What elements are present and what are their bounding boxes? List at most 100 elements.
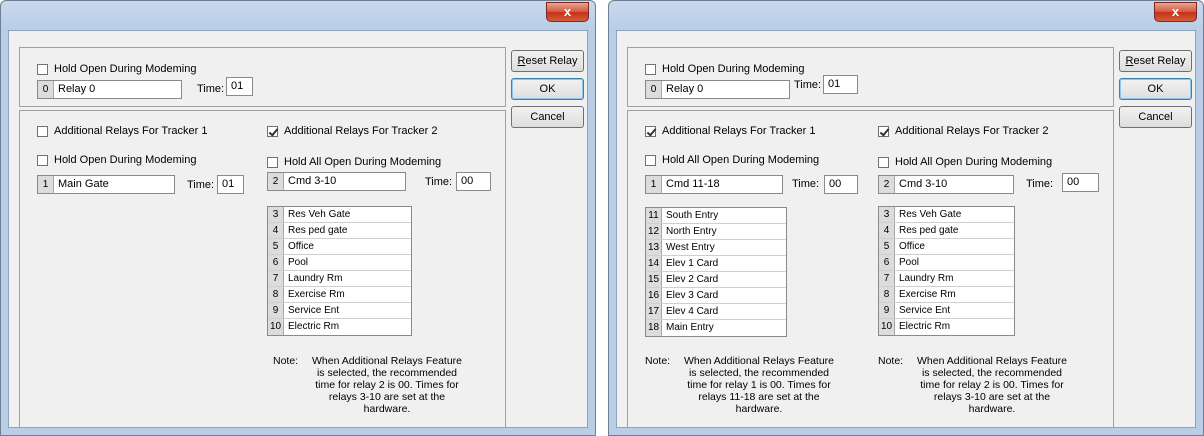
list-item-number: 3 xyxy=(879,207,895,222)
list-item-number: 13 xyxy=(646,240,662,255)
tracker1-checkbox[interactable] xyxy=(645,125,656,137)
list-item-name: Office xyxy=(288,241,314,252)
hold-open-checkbox-row[interactable]: Hold Open During Modeming xyxy=(645,62,804,76)
list-item-number: 17 xyxy=(646,304,662,319)
relay1-field[interactable]: 1 Main Gate xyxy=(37,175,175,194)
relay0-field[interactable]: 0 Relay 0 xyxy=(645,80,790,99)
ok-button[interactable]: OK xyxy=(511,78,584,100)
relay0-number: 0 xyxy=(38,81,54,98)
relay2-time-field[interactable]: 00 xyxy=(1062,173,1099,192)
relay1-time-field[interactable]: 01 xyxy=(217,175,244,194)
reset-relay-label: eset Relay xyxy=(525,55,578,67)
cancel-button[interactable]: Cancel xyxy=(1119,106,1192,128)
hold-open-checkbox[interactable] xyxy=(37,63,48,75)
list-item[interactable]: 7 Laundry Rm xyxy=(879,271,1014,287)
relay0-time-field[interactable]: 01 xyxy=(226,77,253,96)
list-item-number: 12 xyxy=(646,224,662,239)
list-item[interactable]: 6 Pool xyxy=(879,255,1014,271)
title-bar[interactable] xyxy=(1,1,595,29)
list-item[interactable]: 12 North Entry xyxy=(646,224,786,240)
relay1-number: 1 xyxy=(646,176,662,193)
list-item[interactable]: 4 Res ped gate xyxy=(268,223,411,239)
tracker2-checkbox-row[interactable]: Additional Relays For Tracker 2 xyxy=(267,124,437,138)
hold-open-checkbox-row[interactable]: Hold Open During Modeming xyxy=(37,62,196,76)
relay0-time-field[interactable]: 01 xyxy=(823,75,858,94)
list-item-number: 4 xyxy=(879,223,895,238)
title-bar[interactable] xyxy=(609,1,1203,29)
list-item[interactable]: 13 West Entry xyxy=(646,240,786,256)
list-item-number: 16 xyxy=(646,288,662,303)
relay0-field[interactable]: 0 Relay 0 xyxy=(37,80,182,99)
list-item[interactable]: 5 Office xyxy=(879,239,1014,255)
list-item-name: Res ped gate xyxy=(288,225,348,236)
relay2-field[interactable]: 2 Cmd 3-10 xyxy=(267,172,406,191)
list-item-name: Res Veh Gate xyxy=(288,209,351,220)
list-item[interactable]: 14 Elev 1 Card xyxy=(646,256,786,272)
list-item[interactable]: 15 Elev 2 Card xyxy=(646,272,786,288)
tracker2-hold-label: Hold All Open During Modeming xyxy=(284,156,442,168)
list-item-name: Elev 1 Card xyxy=(666,258,719,269)
tracker1-hold-row[interactable]: Hold Open During Modeming xyxy=(37,153,196,167)
reset-relay-button[interactable]: Reset Relay xyxy=(1119,50,1192,72)
close-button[interactable]: x xyxy=(1154,2,1197,22)
tracker2-hold-row[interactable]: Hold All Open During Modeming xyxy=(267,155,441,169)
hold-open-checkbox[interactable] xyxy=(645,63,656,75)
list-item-number: 5 xyxy=(879,239,895,254)
tracker2-checkbox-row[interactable]: Additional Relays For Tracker 2 xyxy=(878,124,1048,138)
list-item[interactable]: 10 Electric Rm xyxy=(879,319,1014,335)
list-item[interactable]: 17 Elev 4 Card xyxy=(646,304,786,320)
list-item[interactable]: 10 Electric Rm xyxy=(268,319,411,335)
list-item[interactable]: 9 Service Ent xyxy=(879,303,1014,319)
list-item-number: 6 xyxy=(268,255,284,270)
list-item-number: 11 xyxy=(646,208,662,223)
relay2-name: Cmd 3-10 xyxy=(288,175,337,187)
list-item-number: 7 xyxy=(879,271,895,286)
list-item[interactable]: 16 Elev 3 Card xyxy=(646,288,786,304)
relay2-time-label: Time: xyxy=(1026,178,1054,190)
tracker2-hold-checkbox[interactable] xyxy=(878,156,889,168)
tracker1-checkbox[interactable] xyxy=(37,125,48,137)
tracker1-checkbox-row[interactable]: Additional Relays For Tracker 1 xyxy=(645,124,815,138)
tracker2-hold-checkbox[interactable] xyxy=(267,156,278,168)
list-item[interactable]: 3 Res Veh Gate xyxy=(268,207,411,223)
relay1-time-label: Time: xyxy=(187,179,215,191)
list-item[interactable]: 9 Service Ent xyxy=(268,303,411,319)
tracker2-hold-row[interactable]: Hold All Open During Modeming xyxy=(878,155,1052,169)
note-text: When Additional Relays Feature is select… xyxy=(312,355,462,415)
list-item-number: 3 xyxy=(268,207,284,222)
list-item-name: Electric Rm xyxy=(288,321,340,332)
list-item-name: Main Entry xyxy=(666,322,714,333)
list-item[interactable]: 8 Exercise Rm xyxy=(879,287,1014,303)
list-item[interactable]: 6 Pool xyxy=(268,255,411,271)
list-item[interactable]: 11 South Entry xyxy=(646,208,786,224)
list-item-name: Service Ent xyxy=(288,305,340,316)
reset-relay-button[interactable]: Reset Relay xyxy=(511,50,584,72)
relay2-field[interactable]: 2 Cmd 3-10 xyxy=(878,175,1014,194)
list-item[interactable]: 5 Office xyxy=(268,239,411,255)
list-item[interactable]: 8 Exercise Rm xyxy=(268,287,411,303)
tracker1-hold-row[interactable]: Hold All Open During Modeming xyxy=(645,153,819,167)
relay0-groupbox: Hold Open During Modeming 0 Relay 0 Time… xyxy=(19,47,506,107)
ok-button[interactable]: OK xyxy=(1119,78,1192,100)
list-item[interactable]: 4 Res ped gate xyxy=(879,223,1014,239)
tracker2-checkbox[interactable] xyxy=(878,125,889,137)
tracker1-label: Additional Relays For Tracker 1 xyxy=(54,125,208,137)
list-item-number: 18 xyxy=(646,320,662,336)
relay1-field[interactable]: 1 Cmd 11-18 xyxy=(645,175,783,194)
list-item-number: 8 xyxy=(879,287,895,302)
relay1-name: Main Gate xyxy=(58,178,109,190)
cancel-button[interactable]: Cancel xyxy=(511,106,584,128)
relay2-time-field[interactable]: 00 xyxy=(456,172,491,191)
tracker2-checkbox[interactable] xyxy=(267,125,278,137)
list-item[interactable]: 7 Laundry Rm xyxy=(268,271,411,287)
list-item-number: 9 xyxy=(268,303,284,318)
list-item-name: Electric Rm xyxy=(899,321,951,332)
relay1-time-field[interactable]: 00 xyxy=(824,175,858,194)
tracker1-hold-checkbox[interactable] xyxy=(645,154,656,166)
tracker1-checkbox-row[interactable]: Additional Relays For Tracker 1 xyxy=(37,124,207,138)
tracker1-hold-label: Hold All Open During Modeming xyxy=(662,154,820,166)
list-item[interactable]: 3 Res Veh Gate xyxy=(879,207,1014,223)
tracker1-hold-checkbox[interactable] xyxy=(37,154,48,166)
list-item[interactable]: 18 Main Entry xyxy=(646,320,786,336)
close-button[interactable]: x xyxy=(546,2,589,22)
